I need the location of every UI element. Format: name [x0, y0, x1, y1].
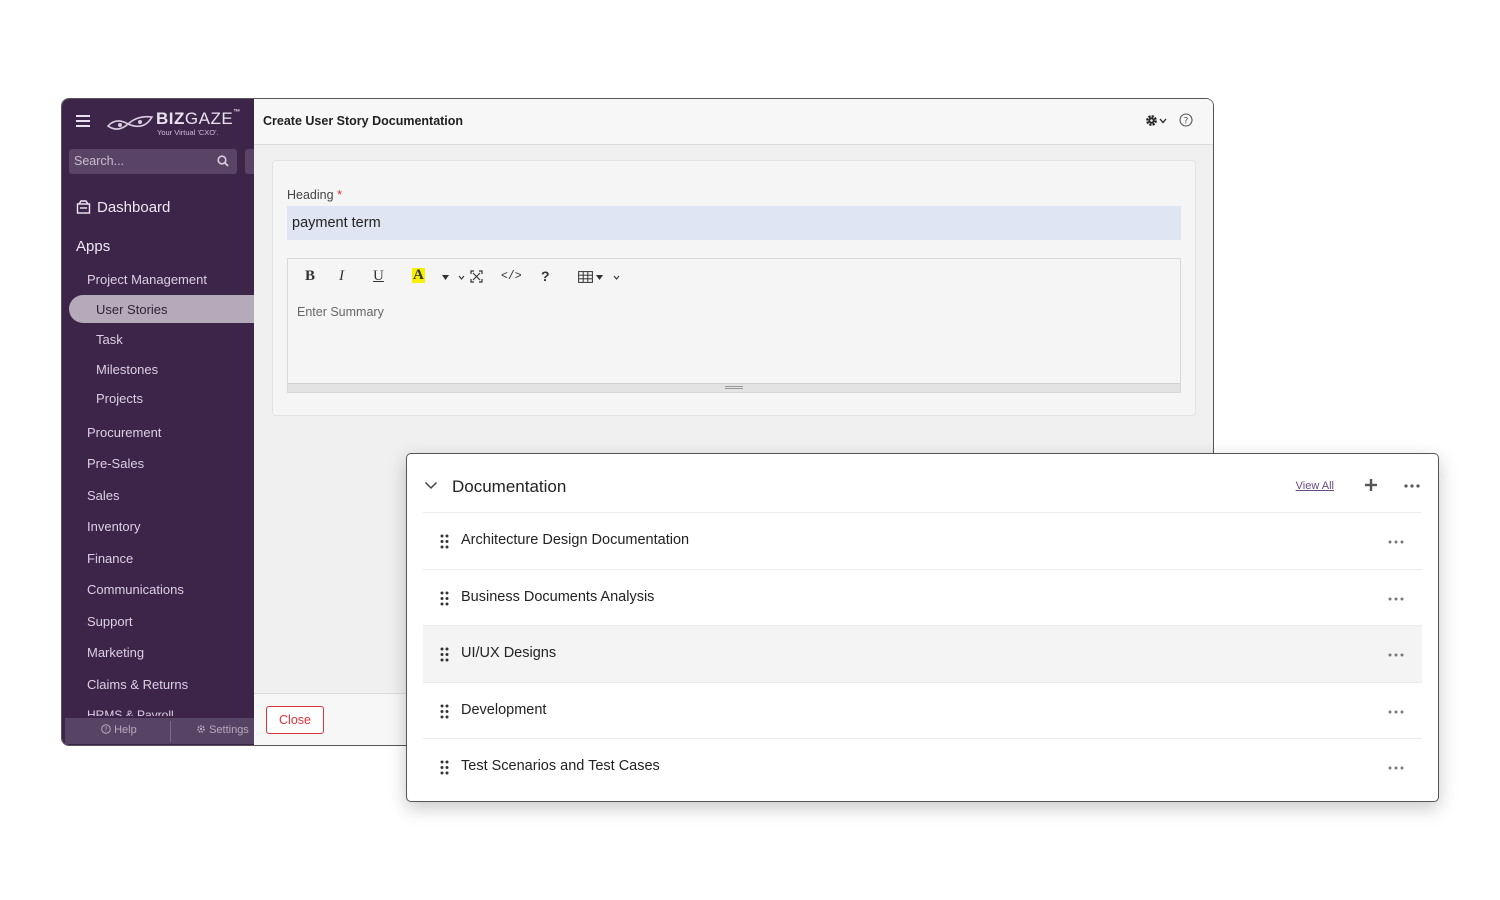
list-item[interactable]: Test Scenarios and Test Cases: [423, 738, 1422, 795]
drag-handle-icon[interactable]: [440, 647, 449, 662]
underline-button[interactable]: U: [373, 268, 384, 285]
chevron-down-icon[interactable]: [613, 275, 620, 280]
sidebar-footer: ? Help Settings: [65, 718, 254, 744]
chevron-down-icon[interactable]: [1159, 118, 1167, 124]
documentation-list: Architecture Design Documentation Busine…: [423, 512, 1422, 795]
summary-placeholder: Enter Summary: [297, 305, 384, 319]
plus-icon[interactable]: [1364, 478, 1378, 492]
nav-user-stories[interactable]: User Stories: [69, 295, 259, 323]
drag-handle-icon[interactable]: [440, 534, 449, 549]
heading-label: Heading *: [287, 188, 342, 202]
drag-handle-icon[interactable]: [440, 591, 449, 606]
svg-text:?: ?: [104, 726, 108, 734]
chevron-down-icon[interactable]: [458, 275, 465, 280]
editor-toolbar: B I U A </> ?: [288, 259, 1180, 295]
fullscreen-icon[interactable]: [470, 270, 483, 283]
footer-settings-button[interactable]: Settings: [196, 724, 249, 736]
logo-mark-icon: [106, 115, 154, 130]
search-icon[interactable]: [217, 155, 229, 167]
gear-icon[interactable]: [1145, 114, 1158, 127]
gear-icon: [197, 725, 205, 733]
search-scroll-stub: [245, 149, 254, 174]
documentation-card: Documentation View All Architecture Desi…: [406, 453, 1439, 802]
resize-handle-icon[interactable]: [725, 386, 743, 389]
nav-claims-returns[interactable]: Claims & Returns: [87, 677, 188, 692]
nav-marketing[interactable]: Marketing: [87, 645, 144, 660]
list-item-label[interactable]: Architecture Design Documentation: [461, 532, 689, 548]
more-horizontal-icon[interactable]: [1404, 484, 1420, 488]
drag-handle-icon[interactable]: [440, 760, 449, 775]
nav-milestones[interactable]: Milestones: [96, 362, 158, 377]
drag-handle-icon[interactable]: [440, 704, 449, 719]
list-item-label[interactable]: Business Documents Analysis: [461, 589, 654, 605]
nav-pre-sales[interactable]: Pre-Sales: [87, 456, 144, 471]
more-horizontal-icon[interactable]: [1388, 766, 1404, 770]
nav-finance[interactable]: Finance: [87, 551, 133, 566]
list-item[interactable]: UI/UX Designs: [423, 625, 1422, 682]
more-horizontal-icon[interactable]: [1388, 710, 1404, 714]
svg-text:?: ?: [1184, 117, 1189, 127]
view-all-link[interactable]: View All: [1296, 480, 1334, 492]
more-horizontal-icon[interactable]: [1388, 653, 1404, 657]
list-item[interactable]: Business Documents Analysis: [423, 568, 1422, 625]
nav-hrms-payroll[interactable]: HRMS & Payroll: [87, 706, 174, 716]
hamburger-icon[interactable]: [76, 115, 90, 127]
sidebar: BIZGAZE™ Your Virtual 'CXO'. Search... D…: [62, 99, 259, 745]
help-circle-icon: ?: [101, 724, 111, 734]
form-card: Heading * B I U A </>: [272, 160, 1196, 416]
nav-dashboard[interactable]: Dashboard: [76, 199, 170, 216]
list-item[interactable]: Development: [423, 681, 1422, 738]
nav-project-management[interactable]: Project Management: [87, 272, 207, 287]
more-horizontal-icon[interactable]: [1388, 540, 1404, 544]
documentation-header: Documentation View All: [407, 454, 1438, 512]
required-mark: *: [337, 188, 342, 202]
nav-projects[interactable]: Projects: [96, 391, 143, 406]
caret-down-icon[interactable]: [596, 275, 603, 280]
close-button[interactable]: Close: [266, 706, 324, 734]
table-icon[interactable]: [578, 271, 593, 283]
list-item-label[interactable]: UI/UX Designs: [461, 645, 556, 661]
brand-row: BIZGAZE™ Your Virtual 'CXO'.: [62, 99, 254, 147]
caret-down-icon[interactable]: [442, 275, 449, 280]
nav-support[interactable]: Support: [87, 614, 133, 629]
nav-communications[interactable]: Communications: [87, 582, 184, 597]
nav-sales[interactable]: Sales: [87, 488, 120, 503]
summary-editor[interactable]: B I U A </> ? Enter Summary: [287, 258, 1181, 393]
search-input[interactable]: Search...: [69, 149, 237, 174]
italic-button[interactable]: I: [339, 268, 344, 285]
more-horizontal-icon[interactable]: [1388, 597, 1404, 601]
highlight-button[interactable]: A: [412, 268, 425, 283]
heading-input[interactable]: [287, 206, 1181, 240]
brand-name: BIZGAZE™: [156, 109, 241, 128]
brand-tagline: Your Virtual 'CXO'.: [157, 128, 219, 137]
list-item[interactable]: Architecture Design Documentation: [423, 512, 1422, 569]
dashboard-icon: [76, 200, 91, 214]
nav-apps: Apps: [76, 238, 111, 255]
editor-help-button[interactable]: ?: [541, 268, 550, 284]
footer-help-button[interactable]: ? Help: [101, 724, 137, 736]
list-item-label[interactable]: Test Scenarios and Test Cases: [461, 758, 660, 774]
footer-divider: [170, 721, 171, 742]
editor-resize-bar[interactable]: [288, 383, 1180, 392]
help-circle-icon[interactable]: ?: [1179, 113, 1193, 127]
title-bar: Create User Story Documentation ?: [254, 99, 1213, 145]
code-view-button[interactable]: </>: [501, 270, 522, 283]
list-item-label[interactable]: Development: [461, 702, 546, 718]
documentation-title: Documentation: [452, 477, 567, 496]
nav-procurement[interactable]: Procurement: [87, 425, 161, 440]
nav-task[interactable]: Task: [96, 332, 123, 347]
search-placeholder: Search...: [74, 154, 125, 168]
collapse-chevron-icon[interactable]: [424, 481, 438, 490]
page-title: Create User Story Documentation: [263, 114, 464, 128]
nav-dashboard-label: Dashboard: [97, 199, 171, 216]
bold-button[interactable]: B: [305, 268, 315, 285]
nav-inventory[interactable]: Inventory: [87, 519, 140, 534]
